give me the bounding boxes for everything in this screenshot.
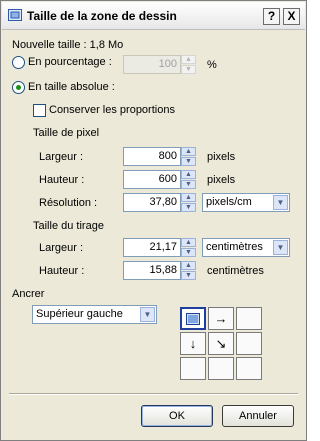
title-bar[interactable]: Taille de la zone de dessin ? X	[2, 2, 305, 30]
spin-down-icon[interactable]: ▼	[181, 271, 196, 280]
ok-button[interactable]: OK	[141, 405, 213, 427]
spin-up-icon[interactable]: ▲	[181, 238, 196, 247]
anchor-select[interactable]: Supérieur gauche ▼	[32, 305, 157, 324]
spin-up-icon[interactable]: ▲	[181, 193, 196, 202]
anchor-label: Ancrer	[12, 288, 45, 300]
image-position-icon	[186, 313, 200, 325]
pixel-height-label: Hauteur :	[39, 174, 85, 186]
resolution-label: Résolution :	[39, 197, 98, 209]
pixel-height-spinner[interactable]: ▲ ▼	[181, 170, 196, 189]
close-button[interactable]: X	[283, 8, 300, 25]
pixel-width-unit: pixels	[207, 151, 236, 163]
cancel-button[interactable]: Annuler	[222, 405, 294, 427]
keep-proportions-label: Conserver les proportions	[49, 104, 175, 116]
anchor-center-button[interactable]: ↘	[208, 332, 234, 355]
anchor-value: Supérieur gauche	[36, 308, 123, 320]
percentage-unit: %	[207, 59, 217, 71]
resolution-input[interactable]: 37,80	[123, 193, 181, 212]
dialog-window: Taille de la zone de dessin ? X Nouvelle…	[0, 0, 307, 441]
print-height-label: Hauteur :	[39, 265, 85, 277]
spin-up-icon[interactable]: ▲	[181, 261, 196, 270]
anchor-top-left-button[interactable]	[180, 307, 206, 330]
print-height-unit: centimètres	[207, 265, 264, 277]
pixel-width-input[interactable]: 800	[123, 147, 181, 166]
spin-down-icon[interactable]: ▼	[181, 157, 196, 166]
pixel-height-unit: pixels	[207, 174, 236, 186]
anchor-middle-right-button[interactable]	[236, 332, 262, 355]
chevron-down-icon[interactable]: ▼	[273, 240, 288, 255]
print-width-spinner[interactable]: ▲ ▼	[181, 238, 196, 257]
anchor-top-right-button[interactable]	[236, 307, 262, 330]
pixel-height-input[interactable]: 600	[123, 170, 181, 189]
print-width-input[interactable]: 21,17	[123, 238, 181, 257]
anchor-bottom-center-button[interactable]	[208, 357, 234, 380]
absolute-size-radio[interactable]	[12, 81, 25, 94]
chevron-down-icon[interactable]: ▼	[273, 195, 288, 210]
chevron-down-icon[interactable]: ▼	[140, 307, 155, 322]
pixel-width-label: Largeur :	[39, 151, 84, 163]
resolution-unit-select[interactable]: pixels/cm ▼	[202, 193, 290, 212]
print-width-unit-select[interactable]: centimètres ▼	[202, 238, 290, 257]
anchor-top-center-button[interactable]: →	[208, 307, 234, 330]
percentage-spinner[interactable]: ▲ ▼	[181, 55, 196, 74]
print-width-unit-value: centimètres	[206, 241, 263, 253]
percentage-input[interactable]: 100	[123, 55, 181, 74]
help-button[interactable]: ?	[263, 8, 280, 25]
spin-down-icon[interactable]: ▼	[181, 180, 196, 189]
percentage-radio[interactable]	[12, 56, 25, 69]
print-width-label: Largeur :	[39, 242, 84, 254]
percentage-label: En pourcentage :	[28, 56, 112, 68]
print-height-input[interactable]: 15,88	[123, 261, 181, 280]
anchor-bottom-right-button[interactable]	[236, 357, 262, 380]
keep-proportions-checkbox[interactable]	[33, 104, 46, 117]
divider	[9, 393, 298, 395]
resolution-unit-value: pixels/cm	[206, 196, 252, 208]
print-size-heading: Taille du tirage	[33, 220, 104, 232]
spin-down-icon[interactable]: ▼	[181, 248, 196, 257]
pixel-size-heading: Taille de pixel	[33, 127, 100, 139]
spin-up-icon[interactable]: ▲	[181, 55, 196, 64]
resolution-spinner[interactable]: ▲ ▼	[181, 193, 196, 212]
anchor-middle-left-button[interactable]: ↓	[180, 332, 206, 355]
spin-down-icon[interactable]: ▼	[181, 203, 196, 212]
dialog-title: Taille de la zone de dessin	[27, 9, 177, 23]
absolute-size-label: En taille absolue :	[28, 81, 115, 93]
anchor-bottom-left-button[interactable]	[180, 357, 206, 380]
spin-down-icon[interactable]: ▼	[181, 65, 196, 74]
print-height-spinner[interactable]: ▲ ▼	[181, 261, 196, 280]
canvas-size-icon	[8, 9, 22, 21]
new-size-label: Nouvelle taille : 1,8 Mo	[12, 39, 124, 51]
spin-up-icon[interactable]: ▲	[181, 147, 196, 156]
spin-up-icon[interactable]: ▲	[181, 170, 196, 179]
pixel-width-spinner[interactable]: ▲ ▼	[181, 147, 196, 166]
